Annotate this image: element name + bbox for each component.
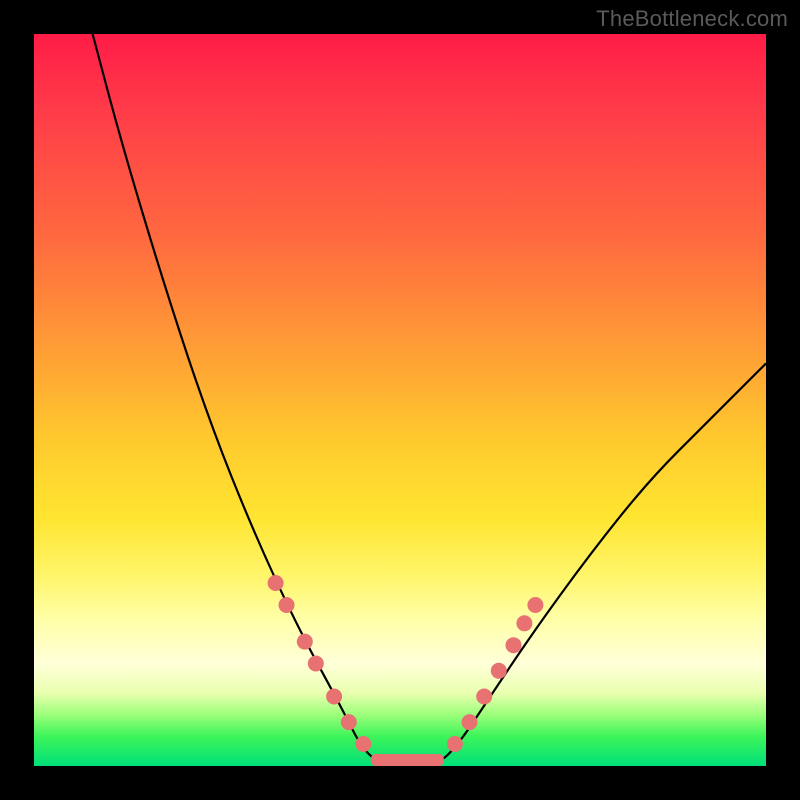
data-marker: [308, 656, 324, 672]
data-marker: [476, 689, 492, 705]
chart-frame: TheBottleneck.com: [0, 0, 800, 800]
data-marker: [527, 597, 543, 613]
data-marker: [326, 689, 342, 705]
data-marker: [462, 714, 478, 730]
data-marker: [516, 615, 532, 631]
data-marker: [279, 597, 295, 613]
data-marker: [297, 634, 313, 650]
data-marker: [506, 637, 522, 653]
data-marker: [268, 575, 284, 591]
data-marker: [491, 663, 507, 679]
data-marker: [447, 736, 463, 752]
data-marker: [341, 714, 357, 730]
plot-area: [34, 34, 766, 766]
bottleneck-curve: [34, 34, 766, 766]
watermark-label: TheBottleneck.com: [596, 6, 788, 32]
data-marker: [355, 736, 371, 752]
